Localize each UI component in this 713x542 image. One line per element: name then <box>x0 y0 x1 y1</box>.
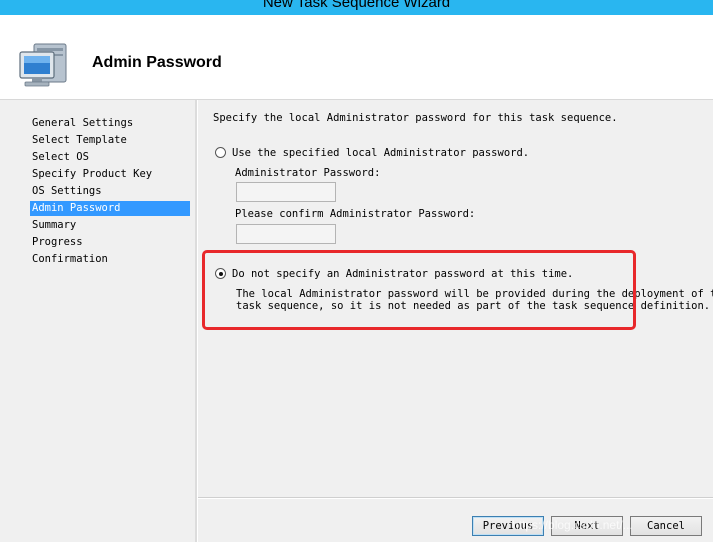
wizard-steps-nav: General Settings Select Template Select … <box>0 100 195 542</box>
page-title: Admin Password <box>92 54 222 71</box>
confirm-password-label: Please confirm Administrator Password: <box>235 208 476 220</box>
nav-item-select-template[interactable]: Select Template <box>30 133 190 148</box>
radio-use-specified-password[interactable] <box>215 147 226 158</box>
nav-item-specify-product-key[interactable]: Specify Product Key <box>30 167 190 182</box>
nav-item-os-settings[interactable]: OS Settings <box>30 184 190 199</box>
nav-item-admin-password[interactable]: Admin Password <box>30 201 190 216</box>
admin-password-label: Administrator Password: <box>235 167 381 179</box>
button-bar-divider-light <box>198 498 713 499</box>
wizard-header: Admin Password <box>0 15 713 100</box>
confirm-password-field[interactable] <box>236 224 336 244</box>
nav-item-progress[interactable]: Progress <box>30 235 190 250</box>
computer-icon <box>19 43 67 87</box>
nav-item-select-os[interactable]: Select OS <box>30 150 190 165</box>
watermark: https://blog.csdn.net/... <box>512 518 633 532</box>
window-title: New Task Sequence Wizard <box>262 0 451 11</box>
admin-password-field[interactable] <box>236 182 336 202</box>
nav-item-confirmation[interactable]: Confirmation <box>30 252 190 267</box>
nav-item-general-settings[interactable]: General Settings <box>30 116 190 131</box>
radio-use-specified-label[interactable]: Use the specified local Administrator pa… <box>232 147 529 160</box>
annotation-highlight-box <box>202 250 636 330</box>
nav-item-summary[interactable]: Summary <box>30 218 190 233</box>
intro-text: Specify the local Administrator password… <box>213 112 618 124</box>
title-bar[interactable]: New Task Sequence Wizard <box>0 0 713 15</box>
cancel-button[interactable]: Cancel <box>630 516 702 536</box>
